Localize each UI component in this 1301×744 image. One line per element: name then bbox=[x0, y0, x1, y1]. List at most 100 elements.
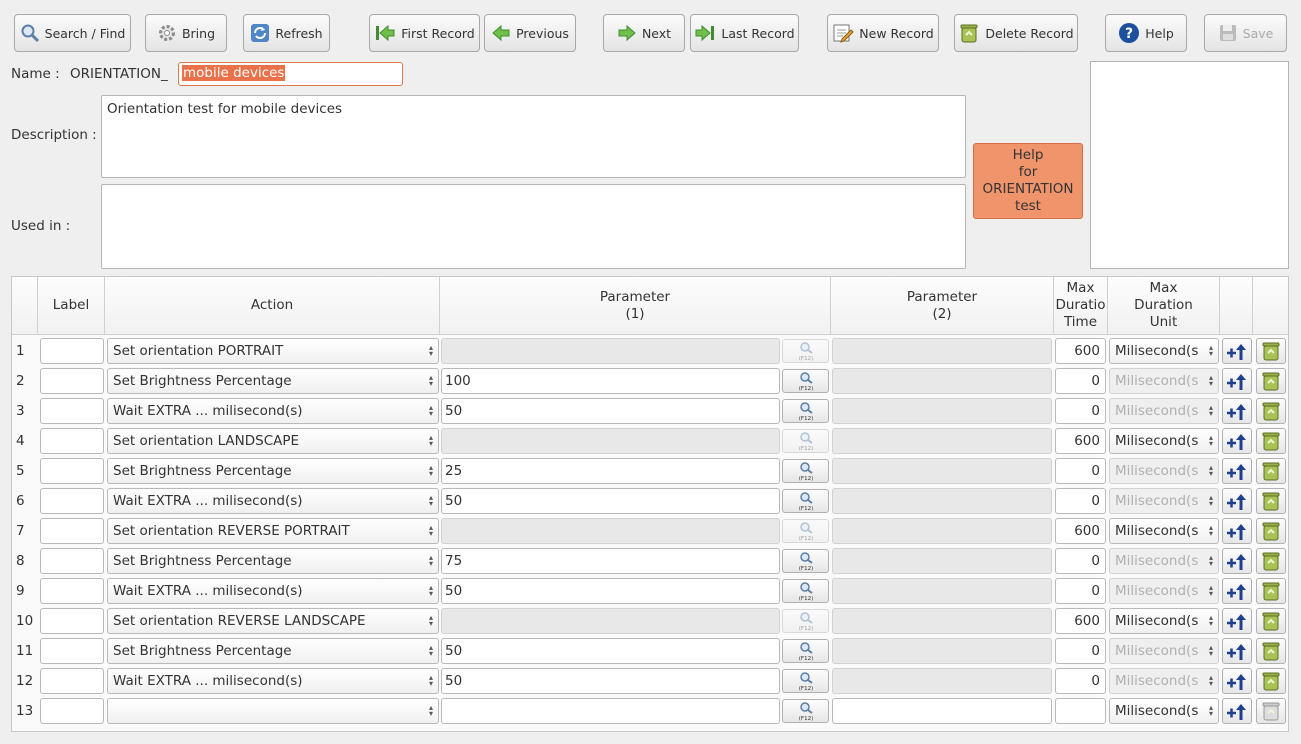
label-input[interactable] bbox=[40, 698, 104, 724]
parameter-search-button[interactable]: (F12) bbox=[782, 459, 829, 483]
delete-row-button[interactable] bbox=[1256, 518, 1286, 544]
max-duration-time-input[interactable]: 0 bbox=[1055, 578, 1106, 604]
max-duration-unit-select[interactable]: Milisecond(s ▴ ▾ bbox=[1109, 548, 1219, 574]
parameter-search-button[interactable]: (F12) bbox=[782, 489, 829, 513]
delete-row-button[interactable] bbox=[1256, 458, 1286, 484]
bring-button[interactable]: Bring bbox=[145, 14, 227, 52]
delete-row-button[interactable] bbox=[1256, 638, 1286, 664]
parameter-1-input[interactable] bbox=[441, 698, 780, 724]
search-find-button[interactable]: Search / Find bbox=[14, 14, 131, 52]
new-record-button[interactable]: New Record bbox=[827, 14, 939, 52]
delete-row-button[interactable] bbox=[1256, 488, 1286, 514]
parameter-2-input[interactable] bbox=[832, 698, 1052, 724]
label-input[interactable] bbox=[40, 518, 104, 544]
move-up-button[interactable] bbox=[1222, 368, 1252, 394]
previous-button[interactable]: Previous bbox=[484, 14, 576, 52]
move-up-button[interactable] bbox=[1222, 428, 1252, 454]
label-input[interactable] bbox=[40, 548, 104, 574]
help-button[interactable]: ? Help bbox=[1105, 14, 1187, 52]
max-duration-time-input[interactable]: 0 bbox=[1055, 638, 1106, 664]
parameter-search-button[interactable]: (F12) bbox=[782, 579, 829, 603]
max-duration-unit-select[interactable]: Milisecond(s ▴ ▾ bbox=[1109, 608, 1219, 634]
move-up-button[interactable] bbox=[1222, 518, 1252, 544]
max-duration-unit-select[interactable]: Milisecond(s ▴ ▾ bbox=[1109, 428, 1219, 454]
max-duration-unit-select[interactable]: Milisecond(s ▴ ▾ bbox=[1109, 398, 1219, 424]
move-up-button[interactable] bbox=[1222, 638, 1252, 664]
name-input[interactable]: mobile devices bbox=[178, 62, 403, 86]
action-select[interactable]: Set orientation REVERSE PORTRAIT ▴ ▾ bbox=[107, 518, 439, 544]
move-up-button[interactable] bbox=[1222, 338, 1252, 364]
max-duration-unit-select[interactable]: Milisecond(s ▴ ▾ bbox=[1109, 668, 1219, 694]
parameter-1-input[interactable]: 100 bbox=[441, 368, 780, 394]
parameter-search-button[interactable]: (F12) bbox=[782, 429, 829, 453]
parameter-search-button[interactable]: (F12) bbox=[782, 339, 829, 363]
move-up-button[interactable] bbox=[1222, 698, 1252, 724]
max-duration-time-input[interactable]: 0 bbox=[1055, 368, 1106, 394]
delete-row-button[interactable] bbox=[1256, 698, 1286, 724]
max-duration-time-input[interactable]: 600 bbox=[1055, 608, 1106, 634]
label-input[interactable] bbox=[40, 428, 104, 454]
description-textarea[interactable]: Orientation test for mobile devices bbox=[101, 95, 966, 178]
first-record-button[interactable]: First Record bbox=[369, 14, 480, 52]
parameter-1-input[interactable]: 25 bbox=[441, 458, 780, 484]
action-select[interactable]: Set orientation PORTRAIT ▴ ▾ bbox=[107, 338, 439, 364]
max-duration-time-input[interactable]: 0 bbox=[1055, 458, 1106, 484]
label-input[interactable] bbox=[40, 668, 104, 694]
save-button[interactable]: Save bbox=[1204, 14, 1287, 52]
parameter-search-button[interactable]: (F12) bbox=[782, 699, 829, 723]
delete-row-button[interactable] bbox=[1256, 608, 1286, 634]
max-duration-time-input[interactable]: 600 bbox=[1055, 428, 1106, 454]
max-duration-time-input[interactable] bbox=[1055, 698, 1106, 724]
max-duration-unit-select[interactable]: Milisecond(s ▴ ▾ bbox=[1109, 368, 1219, 394]
max-duration-time-input[interactable]: 600 bbox=[1055, 518, 1106, 544]
max-duration-unit-select[interactable]: Milisecond(s ▴ ▾ bbox=[1109, 518, 1219, 544]
parameter-1-input[interactable] bbox=[441, 518, 780, 544]
next-button[interactable]: Next bbox=[603, 14, 685, 52]
label-input[interactable] bbox=[40, 458, 104, 484]
max-duration-unit-select[interactable]: Milisecond(s ▴ ▾ bbox=[1109, 458, 1219, 484]
max-duration-time-input[interactable]: 0 bbox=[1055, 548, 1106, 574]
move-up-button[interactable] bbox=[1222, 608, 1252, 634]
parameter-search-button[interactable]: (F12) bbox=[782, 549, 829, 573]
label-input[interactable] bbox=[40, 398, 104, 424]
action-select[interactable]: ▴ ▾ bbox=[107, 698, 439, 724]
action-select[interactable]: Set Brightness Percentage ▴ ▾ bbox=[107, 458, 439, 484]
action-select[interactable]: Set Brightness Percentage ▴ ▾ bbox=[107, 368, 439, 394]
move-up-button[interactable] bbox=[1222, 458, 1252, 484]
action-select[interactable]: Wait EXTRA ... milisecond(s) ▴ ▾ bbox=[107, 578, 439, 604]
action-select[interactable]: Set orientation REVERSE LANDSCAPE ▴ ▾ bbox=[107, 608, 439, 634]
label-input[interactable] bbox=[40, 578, 104, 604]
parameter-1-input[interactable]: 50 bbox=[441, 578, 780, 604]
label-input[interactable] bbox=[40, 608, 104, 634]
label-input[interactable] bbox=[40, 488, 104, 514]
delete-row-button[interactable] bbox=[1256, 428, 1286, 454]
orientation-help-button[interactable]: Help for ORIENTATION test bbox=[973, 143, 1083, 219]
parameter-1-input[interactable]: 50 bbox=[441, 488, 780, 514]
move-up-button[interactable] bbox=[1222, 548, 1252, 574]
delete-record-button[interactable]: Delete Record bbox=[954, 14, 1078, 52]
last-record-button[interactable]: Last Record bbox=[690, 14, 799, 52]
parameter-1-input[interactable]: 50 bbox=[441, 638, 780, 664]
delete-row-button[interactable] bbox=[1256, 578, 1286, 604]
parameter-1-input[interactable]: 50 bbox=[441, 398, 780, 424]
parameter-search-button[interactable]: (F12) bbox=[782, 519, 829, 543]
parameter-search-button[interactable]: (F12) bbox=[782, 609, 829, 633]
delete-row-button[interactable] bbox=[1256, 338, 1286, 364]
parameter-search-button[interactable]: (F12) bbox=[782, 669, 829, 693]
parameter-search-button[interactable]: (F12) bbox=[782, 399, 829, 423]
max-duration-time-input[interactable]: 600 bbox=[1055, 338, 1106, 364]
action-select[interactable]: Wait EXTRA ... milisecond(s) ▴ ▾ bbox=[107, 668, 439, 694]
action-select[interactable]: Set orientation LANDSCAPE ▴ ▾ bbox=[107, 428, 439, 454]
action-select[interactable]: Wait EXTRA ... milisecond(s) ▴ ▾ bbox=[107, 398, 439, 424]
delete-row-button[interactable] bbox=[1256, 398, 1286, 424]
parameter-1-input[interactable] bbox=[441, 428, 780, 454]
label-input[interactable] bbox=[40, 338, 104, 364]
max-duration-unit-select[interactable]: Milisecond(s ▴ ▾ bbox=[1109, 338, 1219, 364]
move-up-button[interactable] bbox=[1222, 488, 1252, 514]
parameter-1-input[interactable] bbox=[441, 338, 780, 364]
delete-row-button[interactable] bbox=[1256, 548, 1286, 574]
max-duration-unit-select[interactable]: Milisecond(s ▴ ▾ bbox=[1109, 638, 1219, 664]
parameter-1-input[interactable] bbox=[441, 608, 780, 634]
label-input[interactable] bbox=[40, 368, 104, 394]
move-up-button[interactable] bbox=[1222, 398, 1252, 424]
